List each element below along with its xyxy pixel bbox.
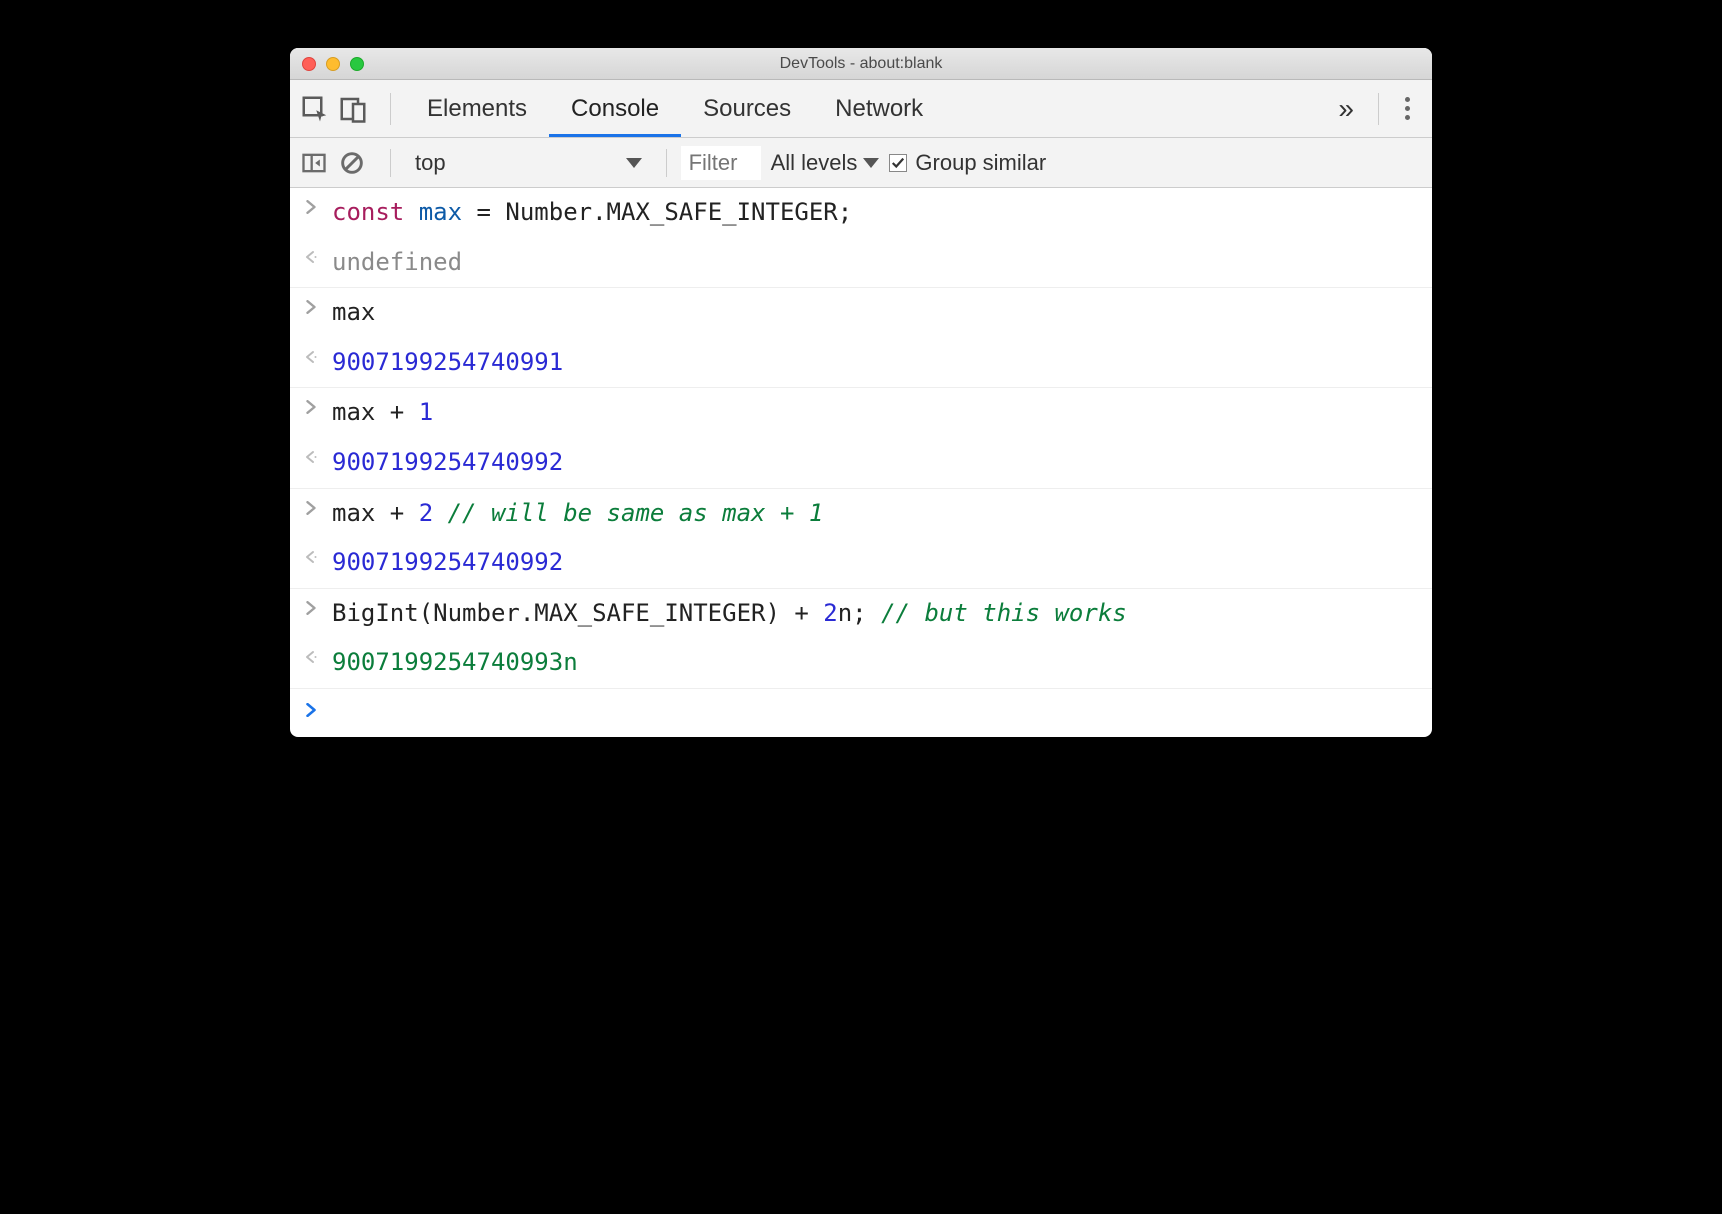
- separator: [1378, 93, 1379, 125]
- console-input-line: const max = Number.MAX_SAFE_INTEGER;: [290, 188, 1432, 238]
- device-toolbar-icon[interactable]: [338, 94, 368, 124]
- chevron-down-icon: [626, 158, 642, 168]
- output-chevron-icon: [302, 546, 320, 564]
- console-input-line: BigInt(Number.MAX_SAFE_INTEGER) + 2n; //…: [290, 589, 1432, 639]
- group-similar-checkbox[interactable]: [889, 154, 907, 172]
- output-chevron-icon: [302, 646, 320, 664]
- zoom-window-button[interactable]: [350, 57, 364, 71]
- tab-sources[interactable]: Sources: [681, 80, 813, 137]
- console-output-line: 9007199254740991: [290, 338, 1432, 389]
- devtools-window: DevTools - about:blank Elements Console …: [290, 48, 1432, 737]
- separator: [390, 93, 391, 125]
- console-input-line: max: [290, 288, 1432, 338]
- code-text: 9007199254740992: [332, 546, 563, 580]
- code-text: BigInt(Number.MAX_SAFE_INTEGER) + 2n; //…: [332, 597, 1127, 631]
- log-levels-selector[interactable]: All levels: [771, 150, 880, 176]
- input-chevron-icon: [302, 597, 320, 615]
- execution-context-selector[interactable]: top: [405, 150, 652, 176]
- input-chevron-icon: [302, 196, 320, 214]
- settings-menu-icon[interactable]: [1393, 97, 1422, 120]
- console-input[interactable]: [332, 699, 1422, 717]
- titlebar: DevTools - about:blank: [290, 48, 1432, 80]
- separator: [390, 149, 391, 177]
- input-chevron-icon: [302, 296, 320, 314]
- console-filter-bar: top All levels Group similar: [290, 138, 1432, 188]
- more-tabs-icon[interactable]: »: [1322, 93, 1364, 125]
- levels-label: All levels: [771, 150, 858, 176]
- code-text: const max = Number.MAX_SAFE_INTEGER;: [332, 196, 852, 230]
- input-chevron-icon: [302, 396, 320, 414]
- window-title: DevTools - about:blank: [290, 55, 1432, 73]
- code-text: undefined: [332, 246, 462, 280]
- tab-elements[interactable]: Elements: [405, 80, 549, 137]
- code-text: max + 1: [332, 396, 433, 430]
- console-input-line: max + 1: [290, 388, 1432, 438]
- console-output-line: 9007199254740993n: [290, 638, 1432, 689]
- chevron-down-icon: [863, 158, 879, 168]
- console-input-line: max + 2 // will be same as max + 1: [290, 489, 1432, 539]
- close-window-button[interactable]: [302, 57, 316, 71]
- input-chevron-icon: [302, 497, 320, 515]
- output-chevron-icon: [302, 446, 320, 464]
- minimize-window-button[interactable]: [326, 57, 340, 71]
- code-text: max + 2 // will be same as max + 1: [332, 497, 823, 531]
- prompt-chevron-icon: [302, 699, 320, 717]
- console-output-line: 9007199254740992: [290, 538, 1432, 589]
- code-text: 9007199254740993n: [332, 646, 578, 680]
- console-output-line: 9007199254740992: [290, 438, 1432, 489]
- clear-console-icon[interactable]: [338, 149, 366, 177]
- separator: [666, 149, 667, 177]
- filter-input[interactable]: [681, 146, 761, 180]
- code-text: max: [332, 296, 375, 330]
- traffic-lights: [302, 57, 364, 71]
- toggle-sidebar-icon[interactable]: [300, 149, 328, 177]
- tab-console[interactable]: Console: [549, 80, 681, 137]
- code-text: 9007199254740992: [332, 446, 563, 480]
- tab-network[interactable]: Network: [813, 80, 945, 137]
- output-chevron-icon: [302, 346, 320, 364]
- console-output-line: undefined: [290, 238, 1432, 289]
- code-text: 9007199254740991: [332, 346, 563, 380]
- inspect-element-icon[interactable]: [300, 94, 330, 124]
- console-output: const max = Number.MAX_SAFE_INTEGER;unde…: [290, 188, 1432, 689]
- output-chevron-icon: [302, 246, 320, 264]
- context-label: top: [415, 150, 446, 176]
- console-prompt-row: [290, 689, 1432, 737]
- group-similar-label: Group similar: [915, 150, 1046, 176]
- panel-toolbar: Elements Console Sources Network »: [290, 80, 1432, 138]
- panel-tabs: Elements Console Sources Network: [405, 80, 945, 137]
